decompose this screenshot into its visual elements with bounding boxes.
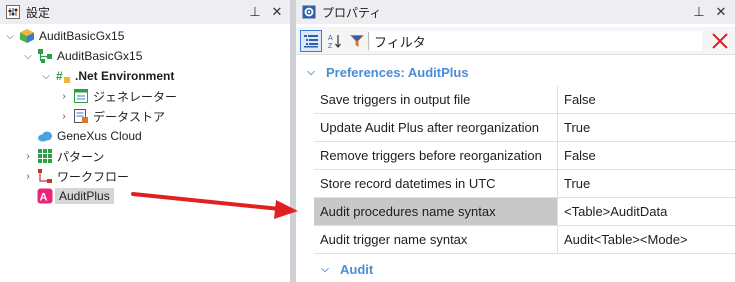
property-row[interactable]: Store record datetimes in UTC True (314, 170, 735, 198)
properties-toolbar: A Z フィルタ (296, 27, 735, 55)
filter-icon[interactable] (346, 30, 368, 52)
property-value[interactable]: True (558, 114, 735, 141)
group-title: Preferences: AuditPlus (326, 64, 469, 80)
property-name: Store record datetimes in UTC (314, 170, 558, 197)
chevron-down-icon[interactable]: ⌵ (22, 50, 34, 62)
close-icon[interactable]: ✕ (268, 3, 286, 21)
property-name: Remove triggers before reorganization (314, 142, 558, 169)
property-row[interactable]: Save triggers in output file False (314, 86, 735, 114)
property-name: Update Audit Plus after reorganization (314, 114, 558, 141)
tree-item-kb[interactable]: ⌵ AuditBasicGx15 (4, 26, 124, 46)
chevron-right-icon[interactable]: › (22, 170, 34, 182)
tree-item-generator[interactable]: › ジェネレーター (58, 86, 177, 106)
clear-filter-icon[interactable] (710, 31, 730, 51)
property-value[interactable]: False (558, 86, 735, 113)
filter-input[interactable]: フィルタ (370, 31, 702, 51)
group-header-preferences[interactable]: ⌵ Preferences: AuditPlus (296, 60, 735, 84)
tree-item-label: データストア (93, 109, 166, 124)
tree-item-label: .Net Environment (75, 69, 175, 83)
tree-item-label: ワークフロー (57, 169, 130, 184)
chevron-right-icon[interactable]: › (58, 110, 70, 122)
tree-item-cloud[interactable]: GeneXus Cloud (22, 126, 142, 146)
tree-item-label: AuditPlus (55, 188, 114, 204)
knowledge-base-icon (19, 28, 35, 44)
environment-icon: # (55, 68, 71, 84)
svg-text:Z: Z (328, 43, 333, 49)
tree-item-patterns[interactable]: › パターン (22, 146, 104, 166)
settings-panel: 設定 ⊥ ✕ ⌵ AuditBasicGx15 ⌵ AuditBasicGx15… (0, 0, 290, 282)
filter-label: フィルタ (374, 34, 426, 50)
tree-item-label: パターン (57, 149, 105, 164)
pin-icon[interactable]: ⊥ (246, 3, 264, 21)
properties-icon (302, 5, 316, 19)
tree-item-label: AuditBasicGx15 (39, 29, 125, 43)
properties-panel: プロパティ ⊥ ✕ A Z フィルタ ⌵ Preferences: AuditP… (296, 0, 735, 282)
properties-panel-header: プロパティ ⊥ ✕ (296, 0, 735, 24)
workflow-icon (37, 168, 53, 184)
chevron-down-icon[interactable]: ⌵ (304, 67, 318, 78)
settings-panel-title: 設定 (26, 5, 51, 20)
chevron-down-icon[interactable]: ⌵ (4, 30, 16, 42)
version-icon (37, 48, 53, 64)
tree-item-label: ジェネレーター (93, 89, 178, 104)
svg-text:#: # (56, 69, 63, 83)
chevron-right-icon[interactable]: › (22, 150, 34, 162)
chevron-right-icon[interactable]: › (58, 90, 70, 102)
auditplus-icon: A (37, 188, 53, 204)
settings-panel-header: 設定 ⊥ ✕ (0, 0, 290, 24)
tree-item-environment[interactable]: ⌵ # .Net Environment (40, 66, 174, 86)
tree-item-label: GeneXus Cloud (57, 129, 142, 143)
datastore-icon (73, 108, 89, 124)
properties-panel-title: プロパティ (322, 5, 382, 20)
property-name: Audit trigger name syntax (314, 226, 558, 253)
tree-item-version[interactable]: ⌵ AuditBasicGx15 (22, 46, 142, 66)
group-title: Audit (340, 261, 374, 277)
property-value[interactable]: False (558, 142, 735, 169)
categorized-view-icon[interactable] (300, 30, 322, 52)
svg-text:A: A (328, 35, 333, 42)
close-icon[interactable]: ✕ (712, 3, 730, 21)
tree-item-auditplus[interactable]: A AuditPlus (22, 186, 114, 206)
chevron-down-icon[interactable]: ⌵ (40, 70, 52, 82)
property-row[interactable]: Remove triggers before reorganization Fa… (314, 142, 735, 170)
tree-item-label: AuditBasicGx15 (57, 49, 143, 63)
settings-icon (6, 5, 20, 19)
property-row[interactable]: Update Audit Plus after reorganization T… (314, 114, 735, 142)
generator-icon (73, 88, 89, 104)
tree-item-datastore[interactable]: › データストア (58, 106, 165, 126)
property-name: Save triggers in output file (314, 86, 558, 113)
chevron-down-icon[interactable]: ⌵ (318, 264, 332, 275)
tree-item-workflow[interactable]: › ワークフロー (22, 166, 129, 186)
property-name: Audit procedures name syntax (314, 198, 558, 225)
patterns-icon (37, 148, 53, 164)
pin-icon[interactable]: ⊥ (690, 3, 708, 21)
property-value[interactable]: <Table>AuditData (558, 198, 735, 225)
property-row[interactable]: Audit trigger name syntax Audit<Table><M… (314, 226, 735, 254)
cloud-icon (37, 128, 53, 144)
property-value[interactable]: Audit<Table><Mode> (558, 226, 735, 253)
svg-text:A: A (40, 192, 48, 204)
sort-alphabetical-icon[interactable]: A Z (324, 30, 346, 52)
property-row-selected[interactable]: Audit procedures name syntax <Table>Audi… (314, 198, 735, 226)
group-header-audit[interactable]: ⌵ Audit (296, 257, 735, 281)
property-value[interactable]: True (558, 170, 735, 197)
